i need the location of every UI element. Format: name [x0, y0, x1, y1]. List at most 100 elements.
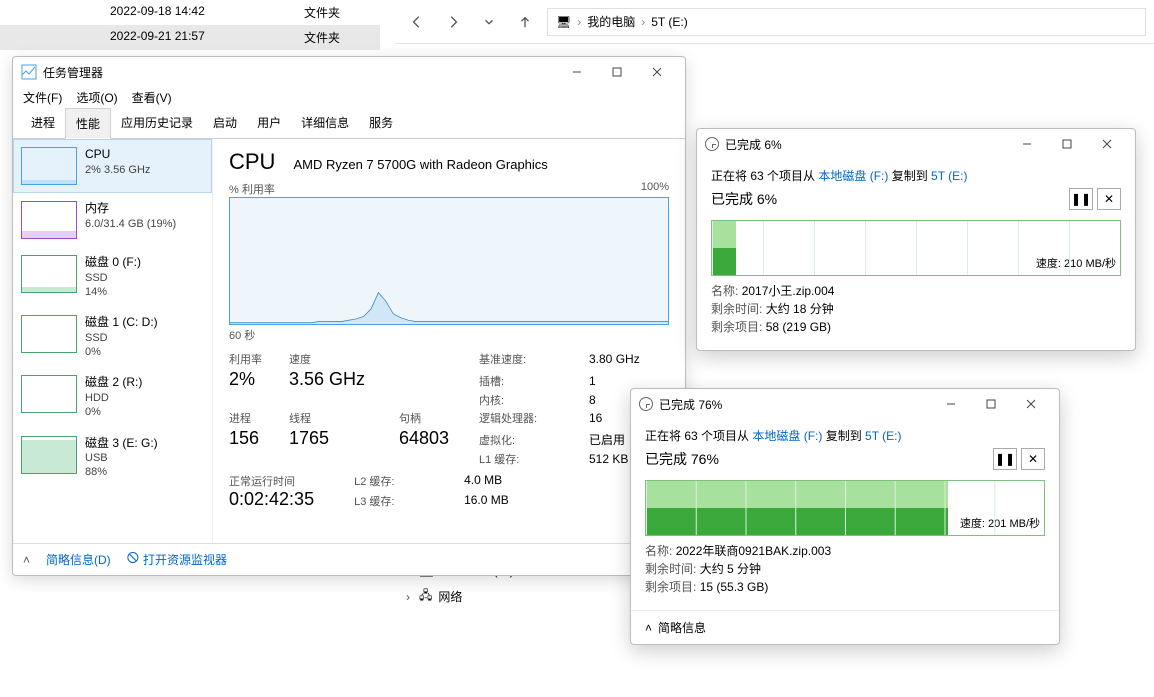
perf-card-disk[interactable]: 磁盘 3 (E: G:)USB88% — [13, 428, 212, 488]
perf-card-disk[interactable]: 磁盘 1 (C: D:)SSD0% — [13, 307, 212, 367]
stat-speed: 3.56 GHz — [289, 369, 479, 390]
copy-from-text: 正在将 63 个项目从 本地磁盘 (F:) 复制到 5T (E:) — [645, 427, 1045, 444]
stat-value: 16.0 MB — [464, 493, 544, 511]
tm-footer: ˄ 简略信息(D) 🛇 打开资源监视器 — [13, 543, 685, 575]
stat-handles: 64803 — [399, 428, 479, 449]
file-name: 2017小王.zip.004 — [742, 284, 835, 298]
pause-button[interactable]: ❚❚ — [993, 448, 1017, 470]
breadcrumb[interactable]: 🖥 › 我的电脑 › 5T (E:) — [547, 8, 1146, 36]
src-link[interactable]: 本地磁盘 (F:) — [818, 169, 888, 183]
minimize-button[interactable] — [931, 390, 971, 418]
copy-meta: 名称: 2022年联商0921BAK.zip.003 剩余时间: 大约 5 分钟… — [645, 542, 1045, 596]
dlg-title-text: 已完成 76% — [659, 396, 722, 413]
stat-label: 内核: — [479, 392, 589, 408]
graph-ylabel: % 利用率 — [229, 181, 275, 197]
file-row[interactable]: 2022-09-21 21:57文件夹 — [0, 25, 380, 50]
tm-menubar: 文件(F) 选项(O) 查看(V) — [13, 87, 685, 108]
chevron-right-icon: › — [403, 590, 413, 604]
tm-titlebar[interactable]: 任务管理器 — [13, 57, 685, 87]
cpu-stats: 利用率 速度 基准速度: 3.80 GHz 2% 3.56 GHz 插槽: 1 … — [229, 351, 669, 467]
maximize-button[interactable] — [1047, 130, 1087, 158]
resmon-icon: 🛇 — [127, 549, 139, 570]
tab-0[interactable]: 进程 — [21, 108, 65, 138]
items-remaining: 58 (219 GB) — [766, 320, 831, 334]
perf-card-disk[interactable]: 磁盘 0 (F:)SSD14% — [13, 247, 212, 307]
tab-3[interactable]: 启动 — [203, 108, 247, 138]
menu-item[interactable]: 选项(O) — [76, 89, 117, 106]
perf-card-cpu[interactable]: CPU2% 3.56 GHz — [13, 139, 212, 193]
src-link[interactable]: 本地磁盘 (F:) — [752, 429, 822, 443]
file-row[interactable]: 2022-09-18 14:42文件夹 — [0, 0, 380, 25]
tree-item[interactable]: ›🖧网络 — [395, 582, 635, 611]
perf-main: CPU AMD Ryzen 7 5700G with Radeon Graphi… — [213, 139, 685, 543]
tab-4[interactable]: 用户 — [247, 108, 291, 138]
stat-label: 进程 — [229, 410, 289, 426]
maximize-button[interactable] — [971, 390, 1011, 418]
open-resmon-link[interactable]: 🛇 打开资源监视器 — [127, 549, 227, 570]
breadcrumb-root[interactable]: 我的电脑 — [587, 13, 635, 30]
file-name: 2022年联商0921BAK.zip.003 — [676, 544, 831, 558]
perf-thumb — [21, 315, 77, 353]
perf-sidebar: CPU2% 3.56 GHz 内存6.0/31.4 GB (19%) 磁盘 0 … — [13, 139, 213, 543]
perf-thumb — [21, 147, 77, 185]
cancel-button[interactable]: ✕ — [1097, 188, 1121, 210]
nav-up-button[interactable] — [511, 8, 539, 36]
tab-5[interactable]: 详细信息 — [291, 108, 359, 138]
clock-icon — [705, 137, 719, 151]
stat-label: 基准速度: — [479, 351, 589, 367]
dlg-titlebar[interactable]: 已完成 6% — [697, 129, 1135, 159]
transfer-graph: 速度: 201 MB/秒 — [645, 480, 1045, 536]
stat-label: 插槽: — [479, 373, 589, 389]
stat-threads: 1765 — [289, 428, 399, 449]
nav-recent-button[interactable] — [475, 8, 503, 36]
nav-forward-button[interactable] — [439, 8, 467, 36]
clock-icon — [639, 397, 653, 411]
nav-back-button[interactable] — [403, 8, 431, 36]
menu-item[interactable]: 查看(V) — [132, 89, 172, 106]
copy-dialog-2: 已完成 76% 正在将 63 个项目从 本地磁盘 (F:) 复制到 5T (E:… — [630, 388, 1060, 645]
stat-label: 逻辑处理器: — [479, 410, 589, 426]
perf-card-mem[interactable]: 内存6.0/31.4 GB (19%) — [13, 193, 212, 247]
stat-label: 利用率 — [229, 351, 289, 367]
fewer-details-toggle[interactable]: ˄ 简略信息 — [631, 610, 1059, 644]
task-manager-icon — [21, 64, 37, 80]
close-button[interactable] — [1011, 390, 1051, 418]
tm-tabs: 进程性能应用历史记录启动用户详细信息服务 — [13, 108, 685, 139]
stat-label: 句柄 — [399, 410, 479, 426]
copy-dialog-1: 已完成 6% 正在将 63 个项目从 本地磁盘 (F:) 复制到 5T (E:)… — [696, 128, 1136, 351]
stat-value: 1 — [589, 374, 669, 388]
close-button[interactable] — [637, 58, 677, 86]
pause-button[interactable]: ❚❚ — [1069, 188, 1093, 210]
completed-pct: 已完成 6% — [711, 189, 777, 209]
time-remaining: 大约 5 分钟 — [700, 562, 761, 576]
stat-label: 线程 — [289, 410, 399, 426]
perf-thumb — [21, 375, 77, 413]
chevron-up-icon[interactable]: ˄ — [23, 553, 30, 567]
breadcrumb-drive[interactable]: 5T (E:) — [651, 15, 687, 29]
minimize-button[interactable] — [1007, 130, 1047, 158]
tm-title: 任务管理器 — [43, 64, 103, 81]
menu-item[interactable]: 文件(F) — [23, 89, 62, 106]
cpu-model: AMD Ryzen 7 5700G with Radeon Graphics — [293, 157, 547, 172]
dst-link[interactable]: 5T (E:) — [865, 429, 901, 443]
explorer-navbar: 🖥 › 我的电脑 › 5T (E:) — [395, 0, 1154, 44]
cpu-graph — [229, 197, 669, 325]
stat-value: 3.80 GHz — [589, 352, 669, 366]
tab-1[interactable]: 性能 — [65, 108, 111, 139]
cancel-button[interactable]: ✕ — [1021, 448, 1045, 470]
items-remaining: 15 (55.3 GB) — [700, 580, 769, 594]
uptime-label: 正常运行时间 — [229, 473, 314, 489]
maximize-button[interactable] — [597, 58, 637, 86]
drive-icon: 🖧 — [419, 586, 432, 607]
tab-2[interactable]: 应用历史记录 — [111, 108, 203, 138]
cpu-heading: CPU — [229, 149, 275, 175]
dlg-titlebar[interactable]: 已完成 76% — [631, 389, 1059, 419]
minimize-button[interactable] — [557, 58, 597, 86]
dst-link[interactable]: 5T (E:) — [931, 169, 967, 183]
close-button[interactable] — [1087, 130, 1127, 158]
brief-info-link[interactable]: 简略信息(D) — [46, 551, 111, 568]
tab-6[interactable]: 服务 — [359, 108, 403, 138]
graph-xlabel: 60 秒 — [229, 327, 669, 343]
perf-card-disk[interactable]: 磁盘 2 (R:)HDD0% — [13, 367, 212, 427]
dlg-title-text: 已完成 6% — [725, 136, 782, 153]
